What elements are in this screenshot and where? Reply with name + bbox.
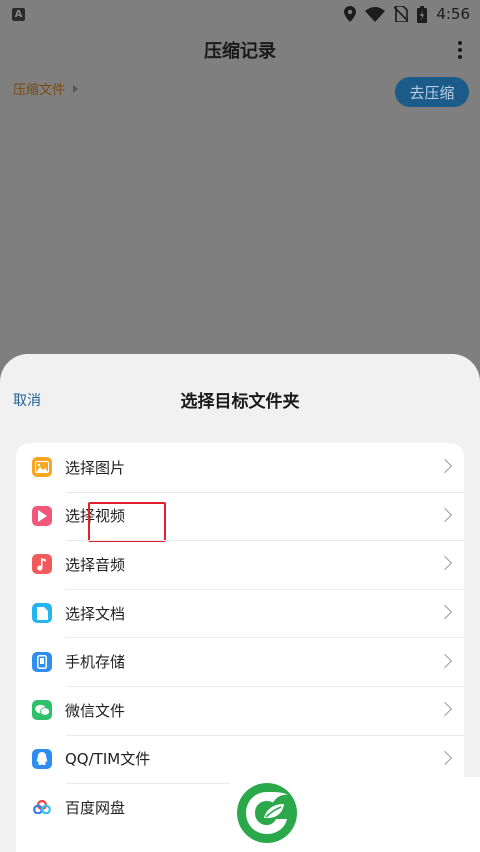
list-item-images[interactable]: 选择图片 — [16, 443, 464, 492]
list-item-label: QQ/TIM文件 — [65, 750, 151, 769]
chevron-right-icon — [437, 653, 453, 668]
qq-icon — [32, 748, 52, 769]
chevron-right-icon — [437, 750, 453, 765]
document-icon — [32, 603, 52, 624]
list-item-label: 微信文件 — [65, 701, 126, 720]
wechat-icon — [32, 700, 52, 721]
chevron-right-icon — [73, 84, 79, 93]
sheet-title: 选择目标文件夹 — [180, 392, 300, 412]
status-time: 4:56 — [436, 5, 470, 23]
sheet-header: 取消 选择目标文件夹 — [0, 354, 480, 444]
list-item-audio[interactable]: 选择音频 — [16, 540, 464, 589]
music-icon — [32, 554, 52, 575]
breadcrumb-item[interactable]: 压缩文件 — [13, 79, 65, 98]
list-item-label: 手机存储 — [65, 653, 126, 672]
image-icon — [32, 457, 52, 478]
list-item-label: 百度网盘 — [65, 798, 126, 817]
breadcrumb[interactable]: 压缩文件 — [13, 79, 79, 98]
list-item-label: 选择音频 — [65, 555, 126, 574]
chevron-right-icon — [437, 605, 453, 620]
list-item-wechat-files[interactable]: 微信文件 — [16, 685, 464, 735]
wifi-icon — [365, 6, 386, 22]
page-title: 压缩记录 — [204, 41, 276, 62]
chevron-right-icon — [437, 702, 453, 717]
chevron-right-icon — [437, 459, 453, 474]
chevron-right-icon — [437, 507, 453, 522]
phone-icon — [32, 651, 52, 672]
more-vertical-icon — [458, 41, 462, 45]
list-item-qq-tim-files[interactable]: QQ/TIM文件 — [16, 734, 464, 784]
status-bar: A 4:56 — [0, 0, 480, 28]
app-notification-icon: A — [12, 7, 25, 21]
list-item-label: 选择文档 — [65, 604, 126, 623]
list-item-documents[interactable]: 选择文档 — [16, 588, 464, 638]
chevron-right-icon — [437, 556, 453, 571]
list-item-phone-storage[interactable]: 手机存储 — [16, 637, 464, 686]
app-bar: 压缩记录 — [0, 28, 480, 72]
leaf-logo-icon — [237, 783, 297, 843]
video-icon — [32, 505, 52, 526]
go-compress-button[interactable]: 去压缩 — [395, 77, 469, 107]
no-sim-icon — [394, 6, 409, 22]
list-item-label: 选择图片 — [65, 458, 126, 477]
battery-icon — [417, 5, 428, 23]
location-icon — [344, 6, 357, 22]
more-options-button[interactable] — [454, 38, 466, 62]
list-item-label: 选择视频 — [65, 507, 126, 526]
list-item-videos[interactable]: 选择视频 — [16, 491, 464, 543]
baidu-netdisk-icon — [32, 797, 52, 817]
